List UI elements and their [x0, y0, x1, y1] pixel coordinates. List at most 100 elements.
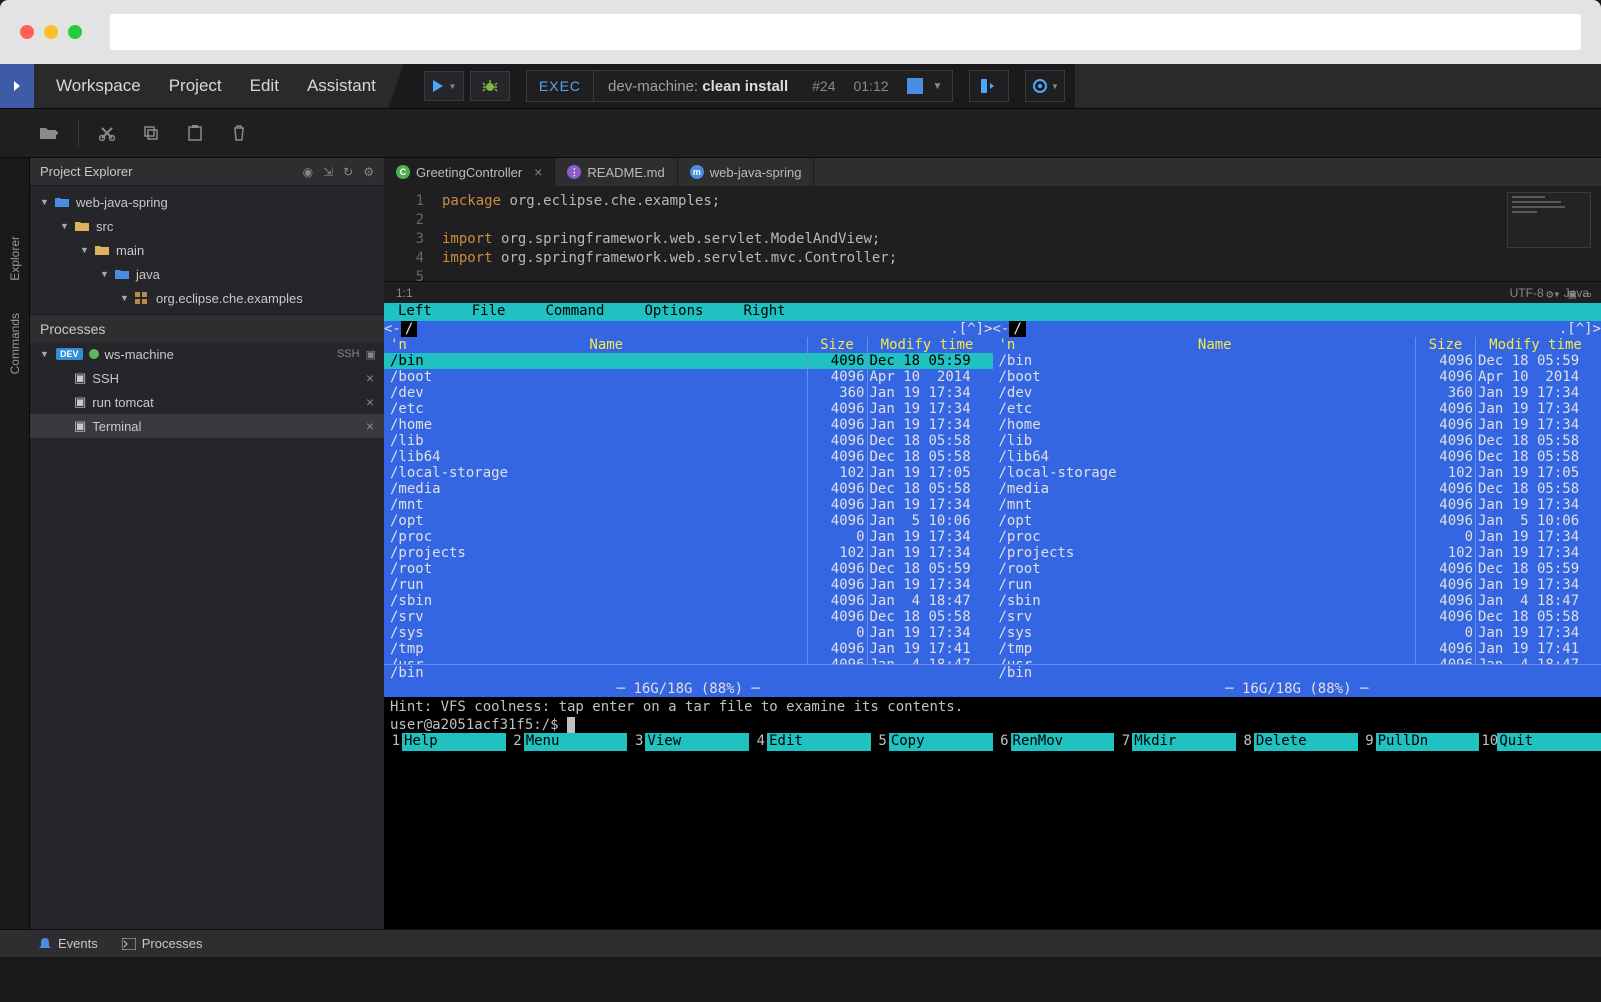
mc-row[interactable]: /usr4096Jan 4 18:47: [993, 657, 1601, 664]
split-editor-button[interactable]: [969, 70, 1009, 102]
paste-button[interactable]: [173, 116, 217, 150]
mc-row[interactable]: /srv4096Dec 18 05:58: [384, 609, 993, 625]
mc-row[interactable]: /dev360Jan 19 17:34: [384, 385, 993, 401]
mc-row[interactable]: /proc0Jan 19 17:34: [993, 529, 1601, 545]
mc-row[interactable]: /sys0Jan 19 17:34: [384, 625, 993, 641]
mc-row[interactable]: /projects102Jan 19 17:34: [384, 545, 993, 561]
mc-row[interactable]: /bin4096Dec 18 05:59: [993, 353, 1601, 369]
close-window-icon[interactable]: [20, 25, 34, 39]
terminal-add-icon[interactable]: ▣: [366, 348, 376, 361]
side-tab-explorer[interactable]: Explorer: [8, 228, 22, 289]
mc-fkey-renmov[interactable]: 6RenMov: [993, 733, 1115, 751]
refresh-icon[interactable]: ↻: [343, 165, 353, 179]
mc-menu-item[interactable]: Command: [545, 303, 604, 321]
side-tab-commands[interactable]: Commands: [8, 305, 22, 382]
mc-row[interactable]: /mnt4096Jan 19 17:34: [384, 497, 993, 513]
mc-fkey-quit[interactable]: 10Quit: [1479, 733, 1601, 751]
gear-icon[interactable]: ⚙: [363, 165, 374, 179]
maximize-window-icon[interactable]: [68, 25, 82, 39]
mc-row[interactable]: /dev360Jan 19 17:34: [993, 385, 1601, 401]
encoding-label[interactable]: UTF-8: [1510, 286, 1544, 300]
mc-menubar[interactable]: Left File Command Options Right: [384, 303, 1601, 321]
mc-fkey-view[interactable]: 3View: [627, 733, 749, 751]
run-button[interactable]: ▼: [424, 71, 464, 101]
close-icon[interactable]: ×: [366, 418, 384, 434]
editor-tab[interactable]: ⋮README.md: [555, 158, 677, 186]
gear-icon[interactable]: ⚙▾: [1546, 287, 1560, 301]
close-icon[interactable]: ×: [366, 370, 384, 386]
tree-item-src[interactable]: ▼ src: [30, 214, 384, 238]
mc-row[interactable]: /projects102Jan 19 17:34: [993, 545, 1601, 561]
mc-row[interactable]: /root4096Dec 18 05:59: [384, 561, 993, 577]
target-button[interactable]: ▼: [1025, 70, 1065, 102]
mc-row[interactable]: /home4096Jan 19 17:34: [384, 417, 993, 433]
mc-row[interactable]: /run4096Jan 19 17:34: [993, 577, 1601, 593]
cut-button[interactable]: [85, 116, 129, 150]
mc-fkey-mkdir[interactable]: 7Mkdir: [1114, 733, 1236, 751]
mc-row[interactable]: /lib644096Dec 18 05:58: [993, 449, 1601, 465]
editor-tab[interactable]: CGreetingController×: [384, 158, 555, 186]
mc-panel-right[interactable]: <- /.[^]>'nNameSizeModify time/bin4096De…: [993, 321, 1601, 697]
tree-item-package[interactable]: ▼ org.eclipse.che.examples: [30, 286, 384, 310]
mc-menu-item[interactable]: File: [472, 303, 506, 321]
mc-row[interactable]: /local-storage102Jan 19 17:05: [384, 465, 993, 481]
mc-row[interactable]: /opt4096Jan 5 10:06: [384, 513, 993, 529]
debug-button[interactable]: [470, 71, 510, 101]
nav-toggle-button[interactable]: [0, 64, 34, 108]
menubar-item-edit[interactable]: Edit: [250, 76, 279, 96]
locate-icon[interactable]: ◉: [303, 165, 313, 179]
mc-row[interactable]: /lib4096Dec 18 05:58: [993, 433, 1601, 449]
close-icon[interactable]: ×: [534, 164, 542, 180]
mc-row[interactable]: /run4096Jan 19 17:34: [384, 577, 993, 593]
mc-row[interactable]: /media4096Dec 18 05:58: [993, 481, 1601, 497]
url-bar[interactable]: [110, 14, 1581, 50]
tree-item-root[interactable]: ▼ web-java-spring: [30, 190, 384, 214]
mc-fkey-copy[interactable]: 5Copy: [871, 733, 993, 751]
mc-menu-item[interactable]: Options: [644, 303, 703, 321]
mc-row[interactable]: /tmp4096Jan 19 17:41: [993, 641, 1601, 657]
mc-panel-left[interactable]: <- /.[^]>'nNameSizeModify time/bin4096De…: [384, 321, 993, 697]
bottom-tab-processes[interactable]: Processes: [122, 936, 203, 951]
menubar-item-assistant[interactable]: Assistant: [307, 76, 376, 96]
minimize-icon[interactable]: ▭: [1584, 287, 1591, 301]
mc-fkey-help[interactable]: 1Help: [384, 733, 506, 751]
new-file-button[interactable]: [28, 116, 72, 150]
mc-menu-item[interactable]: Left: [398, 303, 432, 321]
process-terminal[interactable]: ▣ Terminal ×: [30, 414, 384, 438]
bottom-tab-events[interactable]: Events: [38, 936, 98, 951]
mc-menu-item[interactable]: Right: [743, 303, 785, 321]
process-run-tomcat[interactable]: ▣ run tomcat ×: [30, 390, 384, 414]
mc-row[interactable]: /bin4096Dec 18 05:59: [384, 353, 993, 369]
mc-fkey-pulldn[interactable]: 9PullDn: [1358, 733, 1480, 751]
minimap[interactable]: [1507, 192, 1591, 248]
stop-icon[interactable]: [907, 78, 923, 94]
mc-row[interactable]: /root4096Dec 18 05:59: [993, 561, 1601, 577]
mc-row[interactable]: /local-storage102Jan 19 17:05: [993, 465, 1601, 481]
mc-row[interactable]: /usr4096Jan 4 18:47: [384, 657, 993, 664]
process-ssh[interactable]: ▣ SSH ×: [30, 366, 384, 390]
tree-item-main[interactable]: ▼ main: [30, 238, 384, 262]
minimize-window-icon[interactable]: [44, 25, 58, 39]
caret-down-icon[interactable]: ▼: [933, 81, 943, 92]
mc-row[interactable]: /lib644096Dec 18 05:58: [384, 449, 993, 465]
mc-row[interactable]: /boot4096Apr 10 2014: [384, 369, 993, 385]
menubar-item-project[interactable]: Project: [169, 76, 222, 96]
tree-item-java[interactable]: ▼ java: [30, 262, 384, 286]
mc-row[interactable]: /etc4096Jan 19 17:34: [384, 401, 993, 417]
mc-row[interactable]: /opt4096Jan 5 10:06: [993, 513, 1601, 529]
mc-row[interactable]: /sbin4096Jan 4 18:47: [993, 593, 1601, 609]
mc-row[interactable]: /home4096Jan 19 17:34: [993, 417, 1601, 433]
mc-row[interactable]: /mnt4096Jan 19 17:34: [993, 497, 1601, 513]
mc-fkey-menu[interactable]: 2Menu: [506, 733, 628, 751]
collapse-icon[interactable]: ⇲: [323, 165, 333, 179]
process-machine[interactable]: ▼ DEV ws-machine SSH ▣: [30, 342, 384, 366]
menubar-item-workspace[interactable]: Workspace: [56, 76, 141, 96]
close-icon[interactable]: ×: [366, 394, 384, 410]
mc-row[interactable]: /media4096Dec 18 05:58: [384, 481, 993, 497]
mc-row[interactable]: /sys0Jan 19 17:34: [993, 625, 1601, 641]
exec-command-pill[interactable]: EXEC dev-machine: clean install #24 01:1…: [526, 70, 954, 102]
mc-prompt[interactable]: user@a2051acf31f5:/$: [384, 717, 1601, 733]
mc-row[interactable]: /etc4096Jan 19 17:34: [993, 401, 1601, 417]
copy-button[interactable]: [129, 116, 173, 150]
mc-row[interactable]: /tmp4096Jan 19 17:41: [384, 641, 993, 657]
